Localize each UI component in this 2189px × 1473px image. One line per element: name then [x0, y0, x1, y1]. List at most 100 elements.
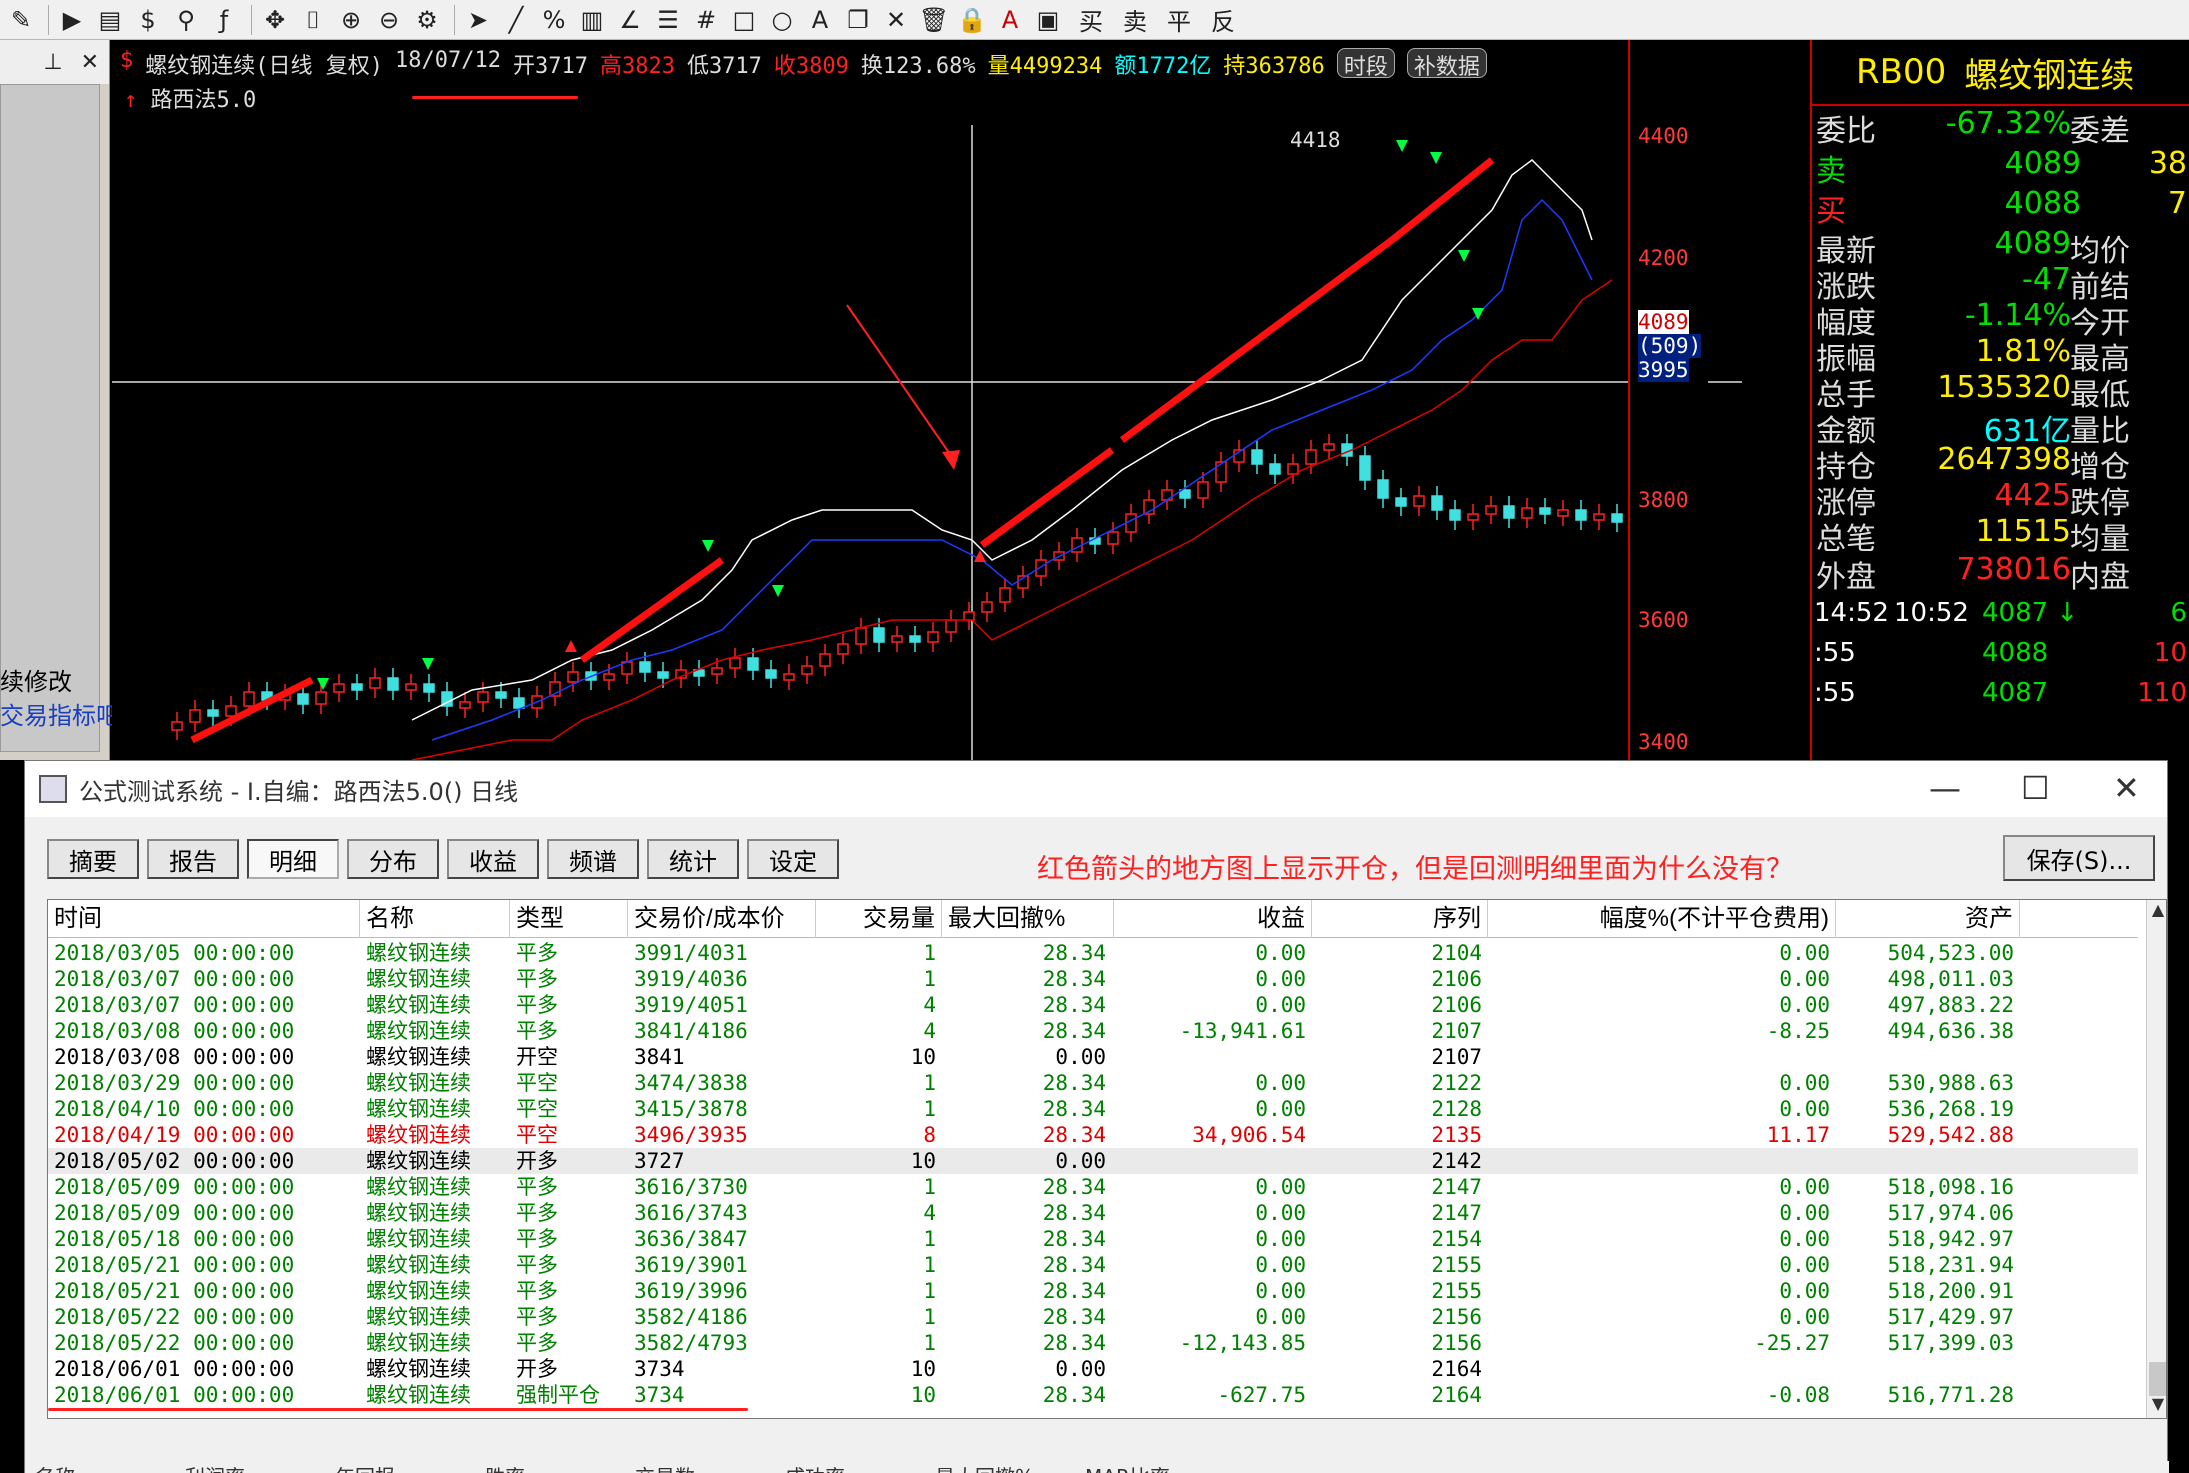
save-icon[interactable]: ▣: [1031, 3, 1065, 37]
play-icon[interactable]: ▶: [55, 3, 89, 37]
candle-body: [981, 601, 993, 613]
column-header[interactable]: 交易量: [816, 900, 942, 938]
lock-icon[interactable]: 🔒: [955, 3, 989, 37]
save-button[interactable]: 保存(S)...: [2003, 835, 2155, 881]
flat-button[interactable]: 平: [1167, 2, 1191, 37]
table-scrollbar[interactable]: ▲ ▼: [2146, 900, 2166, 1418]
circle-icon[interactable]: ○: [765, 3, 799, 37]
list-icon[interactable]: ☰: [651, 3, 685, 37]
table-row[interactable]: 2018/05/21 00:00:00 螺纹钢连续 平多 3619/3996 1 28.3…: [48, 1278, 2138, 1304]
table-cell-name: 螺纹钢连续: [366, 993, 471, 1017]
tab-returns[interactable]: 收益: [447, 839, 539, 879]
table-row[interactable]: 2018/04/10 00:00:00 螺纹钢连续 平空 3415/3878 1 28.3…: [48, 1096, 2138, 1122]
tab-distribution[interactable]: 分布: [347, 839, 439, 879]
color-a-icon[interactable]: A: [993, 3, 1027, 37]
tab-report[interactable]: 报告: [147, 839, 239, 879]
bottom-column-header: 利润率: [185, 1461, 245, 1473]
table-row[interactable]: 2018/05/22 00:00:00 螺纹钢连续 平多 3582/4793 1 28.3…: [48, 1330, 2138, 1356]
table-row[interactable]: 2018/05/02 00:00:00 螺纹钢连续 开多 3727 10 0.00 2142: [48, 1148, 2138, 1174]
move-icon[interactable]: ✥: [258, 3, 292, 37]
period-button[interactable]: 时段: [1336, 48, 1395, 80]
tab-settings[interactable]: 设定: [747, 839, 839, 879]
bottom-summary-header: 名称 利润率 年回报 胜率 交易数 成功率 最大回撤% MAR比率: [25, 1461, 2169, 1473]
chart-header: $ 螺纹钢连续(日线 复权) 18/07/12 开3717 高3823 低371…: [120, 48, 1487, 80]
grid-icon[interactable]: #: [689, 3, 723, 37]
fx-icon[interactable]: ƒ: [207, 3, 241, 37]
column-header[interactable]: 时间: [48, 900, 360, 938]
crosshair-countdown-tag: (509): [1638, 334, 1702, 358]
column-header[interactable]: 资产: [1836, 900, 2020, 938]
scroll-up-icon[interactable]: ▲: [2147, 900, 2166, 922]
chart-volume: 量4499234: [987, 54, 1103, 79]
maximize-button[interactable]: ☐: [2021, 769, 2050, 807]
tab-statistics[interactable]: 统计: [647, 839, 739, 879]
bracket-icon[interactable]: ⌷: [296, 3, 330, 37]
pin-icon[interactable]: ⊥: [43, 50, 62, 75]
column-header[interactable]: 交易价/成本价: [628, 900, 816, 938]
table-row[interactable]: 2018/05/22 00:00:00 螺纹钢连续 平多 3582/4186 1 28.3…: [48, 1304, 2138, 1330]
sidebar-item-modify[interactable]: 续修改: [0, 662, 72, 697]
table-cell-asset: [1836, 1148, 2014, 1174]
table-cell-price: 3734: [634, 1383, 685, 1407]
table-row[interactable]: 2018/05/09 00:00:00 螺纹钢连续 平多 3616/3730 1 28.3…: [48, 1174, 2138, 1200]
percent-icon[interactable]: %: [537, 3, 571, 37]
column-header[interactable]: 幅度%(不计平仓费用): [1488, 900, 1836, 938]
sidebar-header: ⊥ ✕: [0, 40, 109, 84]
delete-icon[interactable]: ✕: [879, 3, 913, 37]
table-row[interactable]: 2018/03/08 00:00:00 螺纹钢连续 平多 3841/4186 4 28.3…: [48, 1018, 2138, 1044]
line-icon[interactable]: ╱: [499, 3, 533, 37]
column-header[interactable]: 最大回撤%: [942, 900, 1114, 938]
price-axis: 4400 4200 4089 (509) 3995 3800 3600 3400: [1628, 40, 1708, 760]
table-cell-type: 平多: [516, 1019, 558, 1043]
scroll-thumb[interactable]: [2149, 1362, 2166, 1396]
layers-icon[interactable]: ❐: [841, 3, 875, 37]
filter-icon[interactable]: ⚲: [169, 3, 203, 37]
table-cell-dd: 0.00: [1055, 1045, 1106, 1069]
table-row[interactable]: 2018/03/29 00:00:00 螺纹钢连续 平空 3474/3838 1 28.3…: [48, 1070, 2138, 1096]
reverse-button[interactable]: 反: [1211, 2, 1235, 37]
quote-row: 总笔 11515 均量: [1812, 514, 2189, 557]
table-row[interactable]: 2018/06/01 00:00:00 螺纹钢连续 强制平仓 3734 10 28.34 -…: [48, 1382, 2138, 1408]
close-icon[interactable]: ✕: [81, 50, 99, 75]
trash-icon[interactable]: 🗑: [917, 3, 951, 37]
column-header[interactable]: 收益: [1114, 900, 1312, 938]
zoom-out-icon[interactable]: ⊖: [372, 3, 406, 37]
sidebar-panel: [0, 84, 100, 752]
rect-icon[interactable]: □: [727, 3, 761, 37]
table-row[interactable]: 2018/03/08 00:00:00 螺纹钢连续 开空 3841 10 0.00 2107: [48, 1044, 2138, 1070]
quote-row-value: 4089: [1994, 226, 2071, 261]
table-row[interactable]: 2018/03/05 00:00:00 螺纹钢连续 平多 3991/4031 1 28.3…: [48, 940, 2138, 966]
column-header[interactable]: 类型: [510, 900, 628, 938]
pencil-icon[interactable]: ✎: [4, 3, 38, 37]
column-header[interactable]: 名称: [360, 900, 510, 938]
sell-button[interactable]: 卖: [1123, 2, 1147, 37]
table-row[interactable]: 2018/06/01 00:00:00 螺纹钢连续 开多 3734 10 0.00 2164: [48, 1356, 2138, 1382]
column-header[interactable]: 序列: [1312, 900, 1488, 938]
minimize-button[interactable]: —: [1929, 769, 1961, 807]
zoom-in-icon[interactable]: ⊕: [334, 3, 368, 37]
close-button[interactable]: ✕: [2113, 769, 2140, 807]
buy-button[interactable]: 买: [1079, 2, 1103, 37]
gear-icon[interactable]: ⚙: [410, 3, 444, 37]
kline-chart[interactable]: $ 螺纹钢连续(日线 复权) 18/07/12 开3717 高3823 低371…: [112, 40, 1742, 760]
text-icon[interactable]: A: [803, 3, 837, 37]
scroll-down-icon[interactable]: ▼: [2147, 1394, 2166, 1416]
table-row[interactable]: 2018/05/21 00:00:00 螺纹钢连续 平多 3619/3901 1 28.3…: [48, 1252, 2138, 1278]
table-row[interactable]: 2018/04/19 00:00:00 螺纹钢连续 平空 3496/3935 8 28.3…: [48, 1122, 2138, 1148]
table-row[interactable]: 2018/03/07 00:00:00 螺纹钢连续 平多 3919/4036 1 28.3…: [48, 966, 2138, 992]
tab-details[interactable]: 明细: [247, 839, 339, 879]
dollar-icon[interactable]: $: [131, 3, 165, 37]
tab-summary[interactable]: 摘要: [47, 839, 139, 879]
table-row[interactable]: 2018/03/07 00:00:00 螺纹钢连续 平多 3919/4051 4 28.3…: [48, 992, 2138, 1018]
sidebar-item-link[interactable]: 交易指标吧: [0, 696, 120, 731]
table-row[interactable]: 2018/05/18 00:00:00 螺纹钢连续 平多 3636/3847 1 28.3…: [48, 1226, 2138, 1252]
supplement-data-button[interactable]: 补数据: [1406, 48, 1487, 80]
pointer-icon[interactable]: ➤: [461, 3, 495, 37]
table-row[interactable]: 2018/05/09 00:00:00 螺纹钢连续 平多 3616/3743 4 28.3…: [48, 1200, 2138, 1226]
ruler-icon[interactable]: ▥: [575, 3, 609, 37]
tab-spectrum[interactable]: 频谱: [547, 839, 639, 879]
tick-volume: 10: [2153, 638, 2187, 668]
angle-icon[interactable]: ∠: [613, 3, 647, 37]
page-icon[interactable]: ▤: [93, 3, 127, 37]
candle-body: [891, 635, 903, 643]
